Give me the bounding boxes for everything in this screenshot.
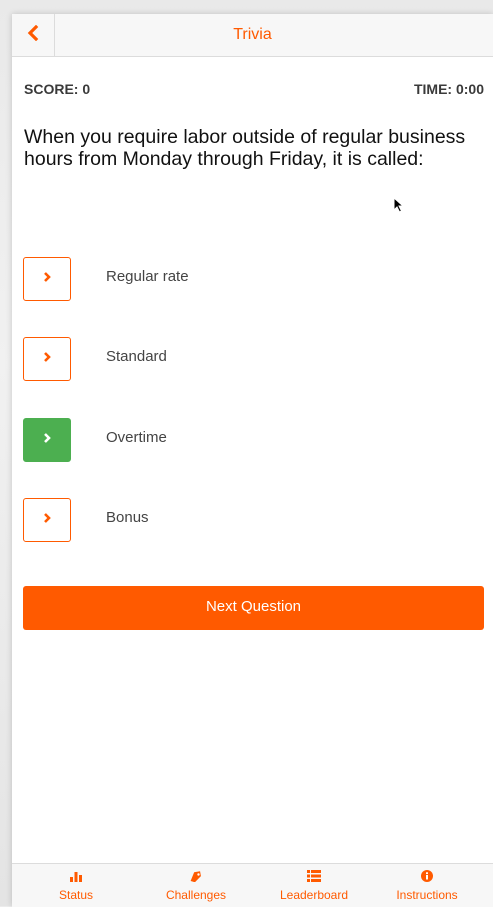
answer-button[interactable]: [23, 257, 71, 301]
answer-option[interactable]: Standard: [23, 337, 463, 383]
chevron-right-icon: [42, 350, 52, 368]
back-button[interactable]: [12, 14, 55, 56]
tab-label: Status: [58, 888, 94, 902]
chevron-left-icon: [26, 24, 40, 46]
answer-button[interactable]: [23, 337, 71, 381]
next-question-button[interactable]: Next Question: [23, 586, 484, 630]
tab-label: Challenges: [165, 888, 227, 902]
answer-option[interactable]: Regular rate: [23, 257, 463, 303]
bar-chart-icon: [16, 868, 136, 884]
app-screen: Trivia SCORE: 0 TIME: 0:00 When you requ…: [12, 14, 493, 907]
answer-button[interactable]: [23, 498, 71, 542]
timer-label: TIME: 0:00: [413, 81, 484, 97]
answer-label: Regular rate: [106, 268, 189, 285]
answer-label: Standard: [106, 348, 167, 365]
bottom-tab-bar: Status Challenges Leaderboard Instructio…: [12, 863, 493, 907]
info-icon: [367, 868, 487, 884]
tab-instructions[interactable]: Instructions: [367, 864, 487, 907]
chevron-right-icon: [42, 431, 52, 449]
answer-label: Overtime: [106, 429, 167, 446]
tab-status[interactable]: Status: [16, 864, 136, 907]
mouse-pointer-icon: [393, 196, 405, 218]
list-icon: [254, 868, 374, 884]
page-title: Trivia: [233, 26, 272, 43]
answer-button[interactable]: [23, 418, 71, 462]
answer-option-correct[interactable]: Overtime: [23, 418, 463, 464]
chevron-right-icon: [42, 270, 52, 288]
answer-label: Bonus: [106, 509, 149, 526]
score-label: SCORE: 0: [24, 81, 91, 97]
header-bar: Trivia: [12, 14, 493, 57]
tab-label: Leaderboard: [279, 888, 349, 902]
tab-label: Instructions: [396, 888, 458, 902]
stats-row: SCORE: 0 TIME: 0:00: [24, 81, 484, 99]
tag-icon: [136, 868, 256, 884]
chevron-right-icon: [42, 511, 52, 529]
tab-challenges[interactable]: Challenges: [136, 864, 256, 907]
question-text: When you require labor outside of regula…: [24, 126, 466, 170]
answer-option[interactable]: Bonus: [23, 498, 463, 544]
tab-leaderboard[interactable]: Leaderboard: [254, 864, 374, 907]
